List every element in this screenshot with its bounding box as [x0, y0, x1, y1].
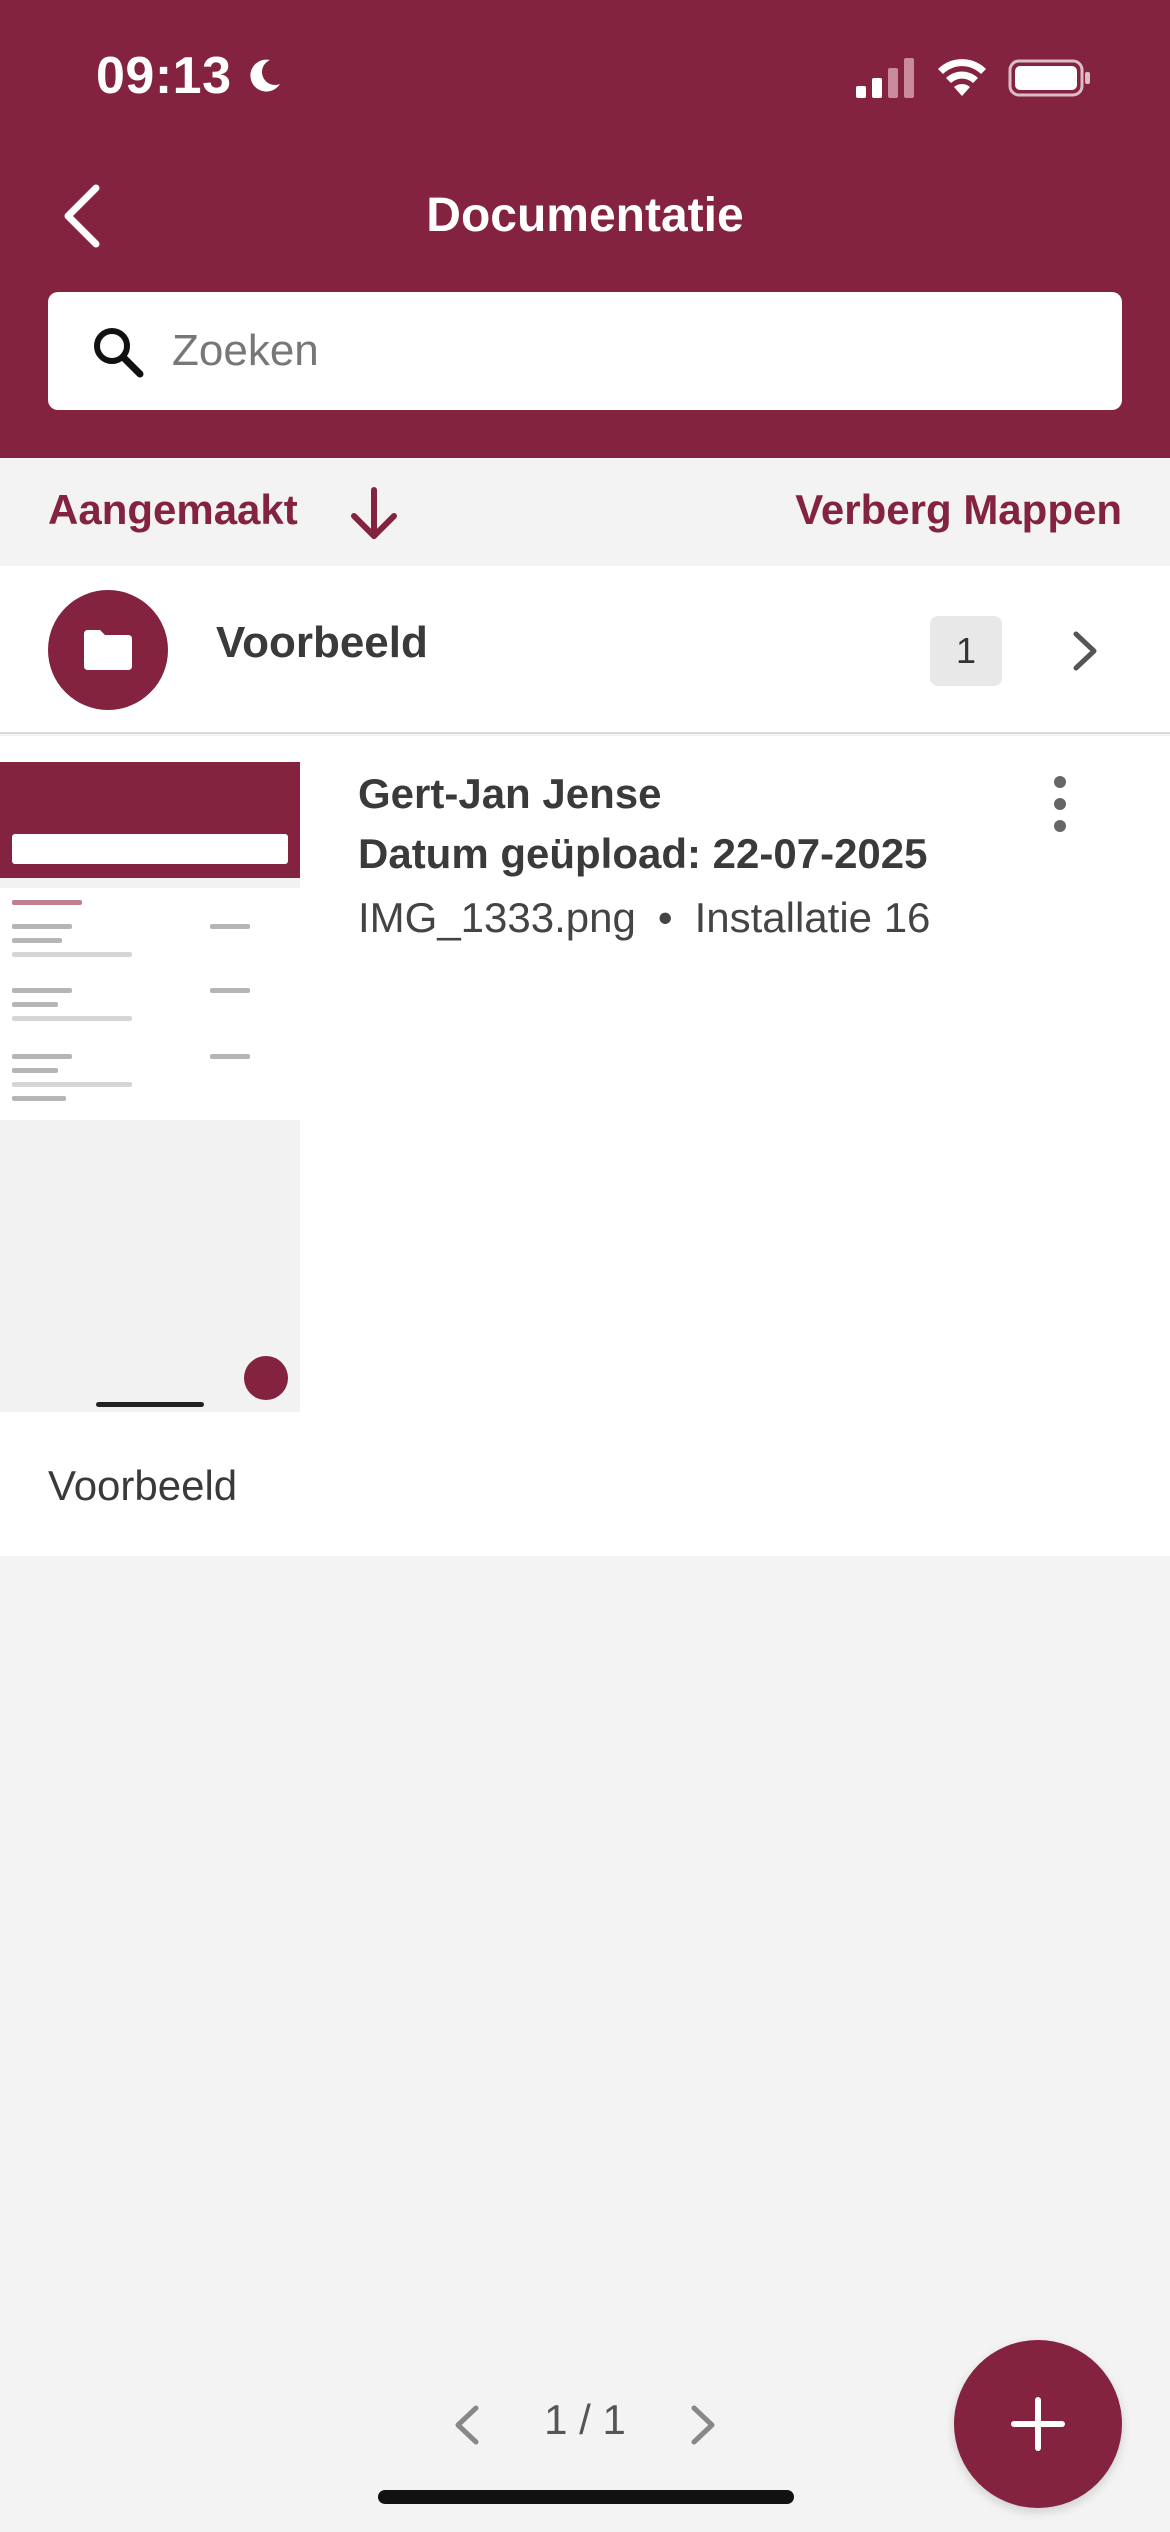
arrow-down-icon[interactable]	[346, 484, 402, 544]
sort-field-button[interactable]: Aangemaakt	[48, 486, 298, 534]
page-indicator: 1 / 1	[544, 2396, 626, 2443]
moon-icon	[250, 59, 280, 92]
plus-icon	[1011, 2397, 1065, 2451]
search-input[interactable]	[172, 292, 1092, 410]
document-meta: IMG_1333.png • Installatie 16	[358, 894, 930, 942]
sort-bar: Aangemaakt Verberg Mappen	[0, 458, 1170, 566]
document-filename: IMG_1333.png	[358, 894, 636, 941]
folder-count-badge: 1	[930, 616, 1002, 686]
folder-name: Voorbeeld	[216, 618, 428, 667]
thumbnail-fab	[244, 1356, 288, 1400]
battery-icon	[1008, 59, 1090, 97]
thumbnail-home-indicator	[96, 1402, 204, 1407]
home-indicator[interactable]	[378, 2490, 794, 2504]
chevron-right-icon	[1073, 631, 1097, 671]
add-document-button[interactable]	[954, 2340, 1122, 2508]
meta-separator: •	[657, 894, 673, 941]
document-thumbnail[interactable]	[0, 762, 300, 1412]
previous-page-button[interactable]	[452, 2402, 482, 2448]
cellular-signal-icon	[856, 58, 914, 98]
thumbnail-search	[12, 834, 288, 864]
search-icon	[94, 328, 144, 378]
document-card[interactable]: Gert-Jan Jense Datum geüpload: 22-07-202…	[0, 736, 1170, 1556]
thumbnail-list	[0, 888, 300, 1120]
folder-icon	[84, 630, 132, 670]
document-author: Gert-Jan Jense	[358, 770, 662, 817]
page-title: Documentatie	[426, 189, 744, 242]
document-installation: Installatie 16	[694, 894, 931, 941]
document-upload-date: Datum geüpload: 22-07-2025	[358, 830, 928, 877]
hide-folders-button[interactable]: Verberg Mappen	[795, 486, 1122, 534]
folder-avatar	[48, 590, 168, 710]
next-page-button[interactable]	[688, 2402, 718, 2448]
app-header: 09:13 Documentatie	[0, 0, 1170, 458]
wifi-icon	[938, 59, 986, 96]
status-time: 09:13	[96, 47, 232, 105]
more-vertical-icon[interactable]	[1040, 770, 1080, 866]
search-bar[interactable]	[48, 292, 1122, 410]
document-folder-name: Voorbeeld	[48, 1462, 238, 1509]
folder-row[interactable]: Voorbeeld 1	[0, 566, 1170, 734]
